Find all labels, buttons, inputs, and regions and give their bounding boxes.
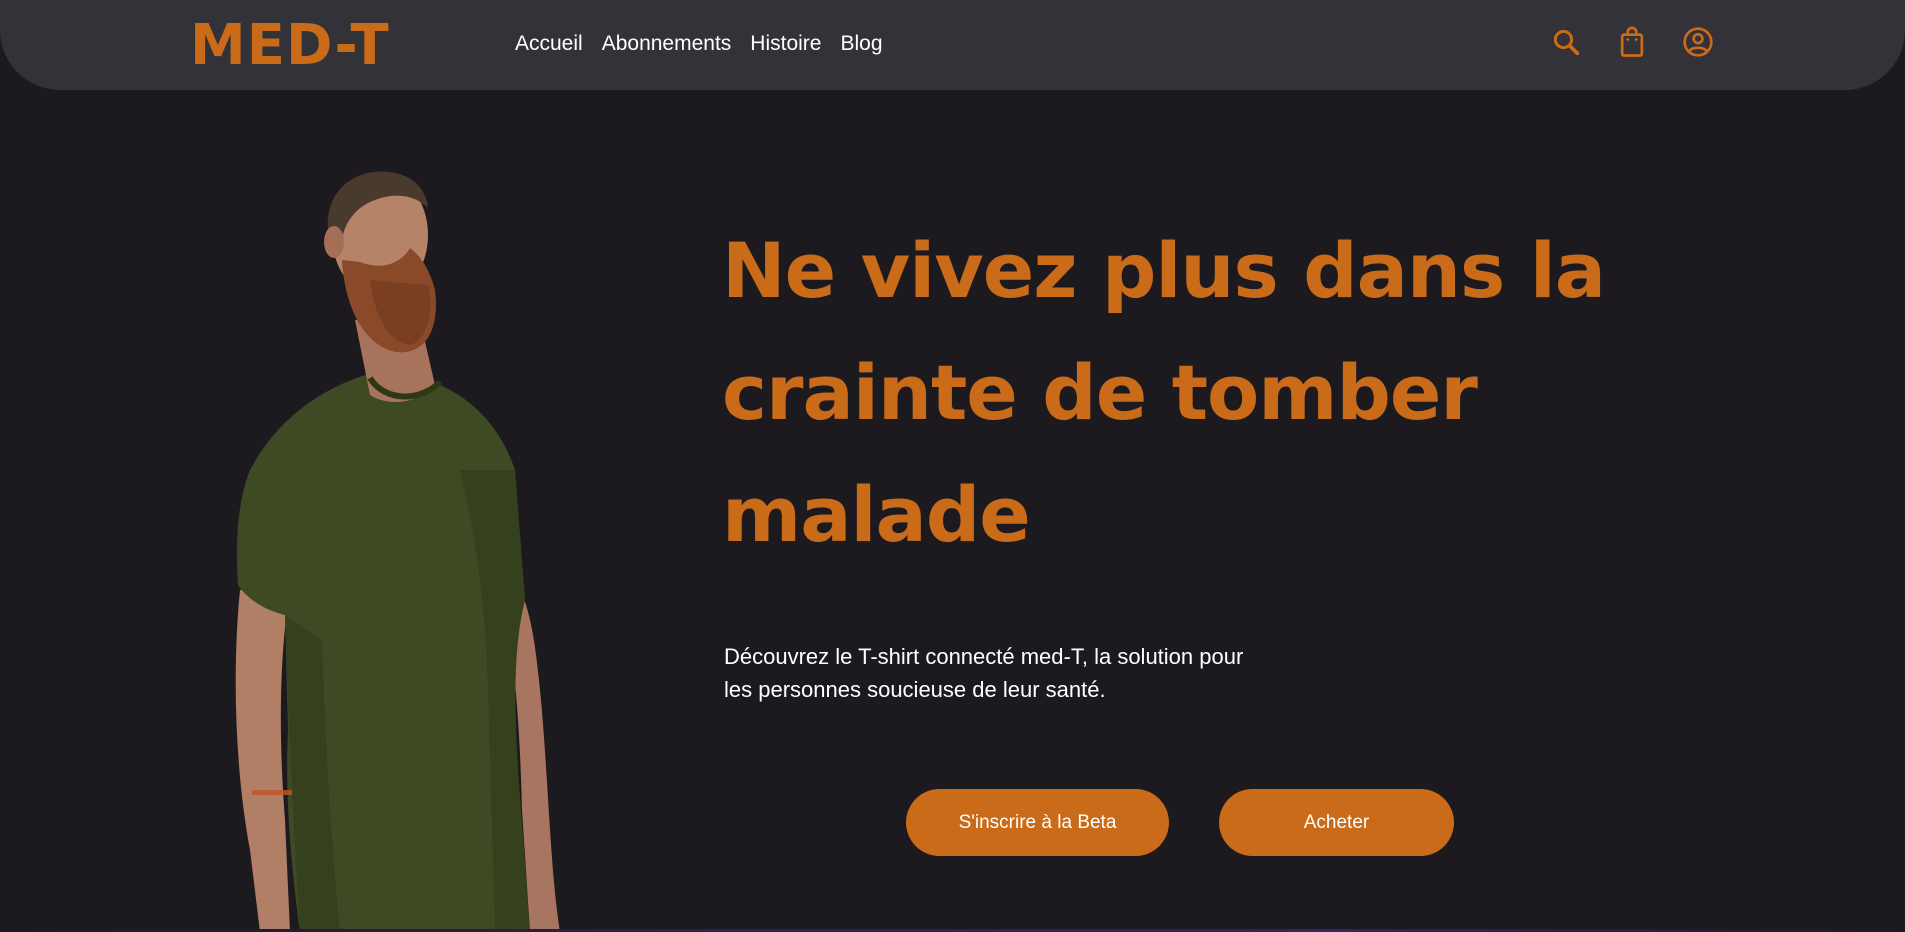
search-icon[interactable] — [1548, 24, 1584, 60]
hero-subtext: Découvrez le T-shirt connecté med-T, la … — [724, 644, 1244, 702]
nav-link-histoire[interactable]: Histoire — [750, 29, 821, 59]
nav-link-accueil[interactable]: Accueil — [515, 29, 583, 59]
page: MED-T Accueil Abonnements Histoire Blog — [0, 0, 1905, 932]
shopping-bag-icon[interactable] — [1614, 24, 1650, 60]
beta-signup-button[interactable]: S'inscrire à la Beta — [906, 789, 1169, 856]
nav-links: Accueil Abonnements Histoire Blog — [515, 29, 883, 59]
nav-link-blog[interactable]: Blog — [840, 29, 882, 59]
hero-image — [230, 170, 570, 932]
buy-button[interactable]: Acheter — [1219, 789, 1454, 856]
navbar: MED-T Accueil Abonnements Histoire Blog — [0, 0, 1905, 90]
user-account-icon[interactable] — [1680, 24, 1716, 60]
logo[interactable]: MED-T — [190, 10, 390, 82]
nav-icons — [1548, 24, 1716, 60]
hero-headline: Ne vivez plus dans la crainte de tomber … — [722, 226, 1606, 559]
nav-link-abonnements[interactable]: Abonnements — [602, 29, 732, 59]
